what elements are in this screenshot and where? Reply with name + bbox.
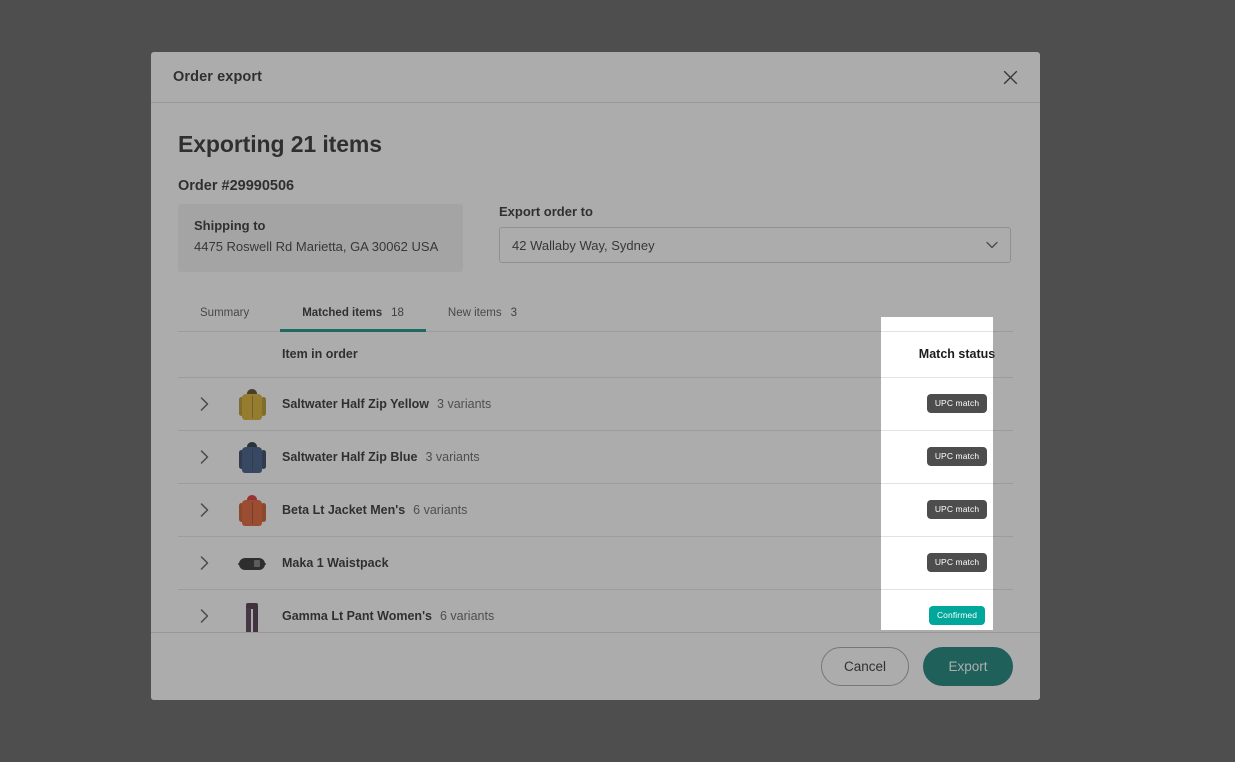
export-button[interactable]: Export <box>923 647 1013 686</box>
chevron-down-icon <box>986 241 998 249</box>
product-name-cell: Gamma Lt Pant Women's 6 variants <box>274 609 901 623</box>
product-name: Saltwater Half Zip Yellow <box>282 396 430 411</box>
product-thumbnail-cell <box>230 546 274 580</box>
table-row[interactable]: Maka 1 Waistpack UPC match <box>178 537 1013 590</box>
match-status-cell: UPC match <box>901 394 1013 413</box>
order-number: Order #29990506 <box>178 178 295 194</box>
column-header-match-status: Match status <box>918 347 996 362</box>
cancel-button[interactable]: Cancel <box>821 647 909 686</box>
product-thumbnail-cell <box>230 599 274 632</box>
status-badge: UPC match <box>926 553 988 572</box>
product-thumbnail-pants-purple <box>237 599 267 632</box>
match-status-cell: UPC match <box>901 500 1013 519</box>
product-thumbnail-cell <box>230 493 274 527</box>
product-name: Maka 1 Waistpack <box>282 555 389 570</box>
product-variants: 3 variants <box>425 449 480 464</box>
product-name-cell: Beta Lt Jacket Men's 6 variants <box>274 503 901 517</box>
chevron-right-icon[interactable] <box>192 498 216 522</box>
dialog-title: Order export <box>173 69 263 85</box>
tab-summary-label: Summary <box>200 307 250 320</box>
row-expand-cell <box>178 392 230 416</box>
row-expand-cell <box>178 498 230 522</box>
export-destination-value: 42 Wallaby Way, Sydney <box>512 237 655 253</box>
dialog-titlebar: Order export <box>151 52 1040 103</box>
product-thumbnail-waistpack-black <box>237 546 267 580</box>
product-variants: 6 variants <box>413 502 468 517</box>
tab-new-items[interactable]: New items 3 <box>426 298 539 332</box>
product-thumbnail-cell <box>230 387 274 421</box>
product-thumbnail-jacket-red <box>237 493 267 527</box>
status-badge: UPC match <box>926 394 988 413</box>
tab-summary[interactable]: Summary <box>178 298 280 332</box>
product-variants: 6 variants <box>440 608 495 623</box>
status-badge: UPC match <box>926 500 988 519</box>
tab-new-items-count: 3 <box>510 307 517 320</box>
tab-matched-items-count: 18 <box>391 307 404 320</box>
export-destination-group: Export order to 42 Wallaby Way, Sydney <box>499 204 1013 263</box>
table-header-status-cell: Match status <box>901 347 1013 361</box>
product-name-cell: Maka 1 Waistpack <box>274 556 901 570</box>
tab-new-items-label: New items <box>447 307 502 320</box>
order-export-dialog: Order export Exporting 21 items Order #2… <box>151 52 1040 700</box>
order-info-row: Shipping to 4475 Roswell Rd Marietta, GA… <box>178 204 1013 272</box>
dialog-footer: Cancel Export <box>151 632 1040 700</box>
match-status-cell: Confirmed <box>901 606 1013 625</box>
table-row[interactable]: Saltwater Half Zip Blue 3 variants UPC m… <box>178 431 1013 484</box>
table-row[interactable]: Gamma Lt Pant Women's 6 variants Confirm… <box>178 590 1013 632</box>
product-name: Beta Lt Jacket Men's <box>282 502 406 517</box>
shipping-address: 4475 Roswell Rd Marietta, GA 30062 USA <box>194 239 439 254</box>
product-name-cell: Saltwater Half Zip Yellow 3 variants <box>274 397 901 411</box>
shipping-card: Shipping to 4475 Roswell Rd Marietta, GA… <box>178 204 463 272</box>
status-badge: Confirmed <box>928 606 986 625</box>
row-expand-cell <box>178 551 230 575</box>
product-name: Saltwater Half Zip Blue <box>282 449 418 464</box>
column-header-item: Item in order <box>282 347 358 362</box>
table-header-item-cell: Item in order <box>274 347 901 361</box>
chevron-right-icon[interactable] <box>192 604 216 628</box>
export-destination-label: Export order to <box>499 204 593 219</box>
table-row[interactable]: Saltwater Half Zip Yellow 3 variants UPC… <box>178 378 1013 431</box>
product-thumbnail-jacket-blue <box>237 440 267 474</box>
product-name-cell: Saltwater Half Zip Blue 3 variants <box>274 450 901 464</box>
chevron-right-icon[interactable] <box>192 445 216 469</box>
shipping-label: Shipping to <box>194 218 266 233</box>
page-title: Exporting 21 items <box>178 131 382 157</box>
chevron-right-icon[interactable] <box>192 392 216 416</box>
product-thumbnail-cell <box>230 440 274 474</box>
match-status-cell: UPC match <box>901 553 1013 572</box>
table-row[interactable]: Beta Lt Jacket Men's 6 variants UPC matc… <box>178 484 1013 537</box>
tab-matched-items-label: Matched items <box>302 307 383 320</box>
export-destination-select[interactable]: 42 Wallaby Way, Sydney <box>499 227 1011 263</box>
status-badge: UPC match <box>926 447 988 466</box>
close-icon[interactable] <box>996 63 1024 91</box>
product-thumbnail-jacket-yellow <box>237 387 267 421</box>
tablist: Summary Matched items 18 New items 3 <box>178 298 1013 332</box>
product-name: Gamma Lt Pant Women's <box>282 608 432 623</box>
chevron-right-icon[interactable] <box>192 551 216 575</box>
row-expand-cell <box>178 604 230 628</box>
product-variants: 3 variants <box>437 396 492 411</box>
tab-matched-items[interactable]: Matched items 18 <box>280 298 426 332</box>
match-status-cell: UPC match <box>901 447 1013 466</box>
matched-items-table: Item in order Match status Saltwater Hal… <box>178 332 1013 632</box>
row-expand-cell <box>178 445 230 469</box>
table-header-row: Item in order Match status <box>178 332 1013 378</box>
dialog-body: Exporting 21 items Order #29990506 Shipp… <box>151 103 1040 632</box>
